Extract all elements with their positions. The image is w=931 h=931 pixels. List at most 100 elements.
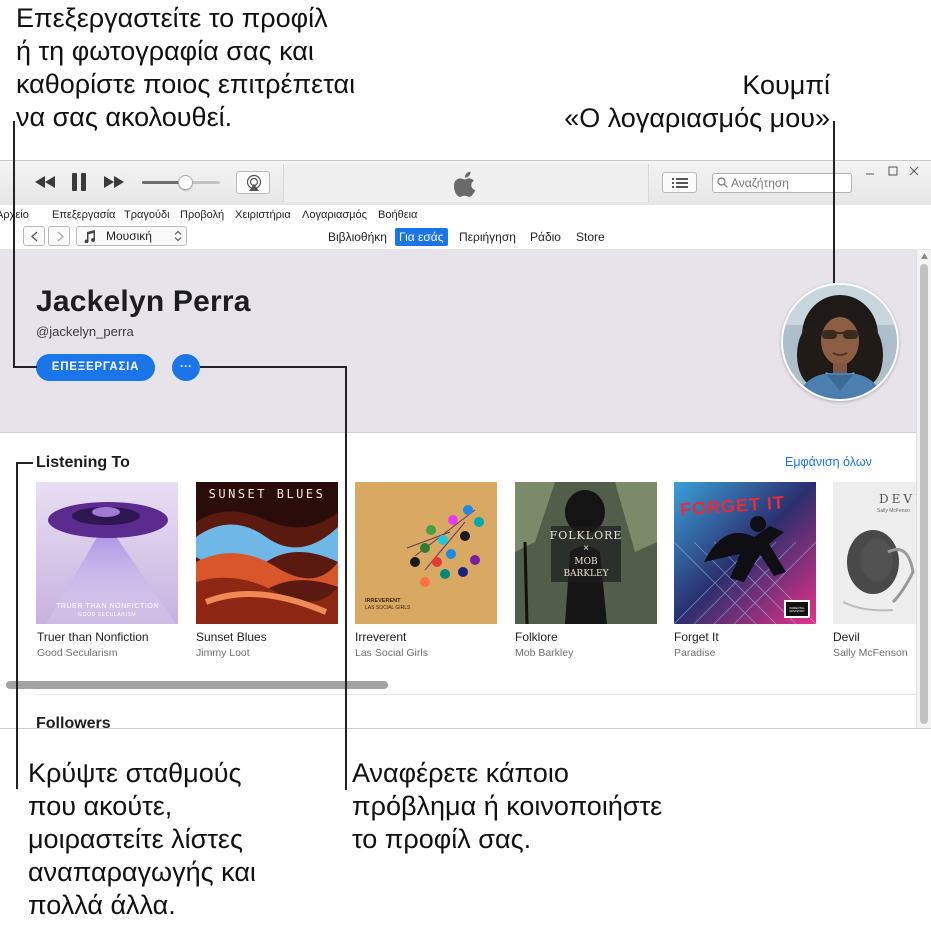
callout-line: το προφίλ σας.	[352, 824, 532, 854]
callout-report-share: Αναφέρετε κάποιο πρόβλημα ή κοινοποιήστε…	[352, 757, 662, 856]
more-options-button[interactable]: ···	[172, 354, 200, 381]
callout-line: πολλά άλλα.	[28, 890, 176, 920]
menu-item-account[interactable]: Λογαριασμός	[302, 209, 367, 221]
album-title[interactable]: Forget It	[674, 630, 719, 644]
back-button[interactable]	[23, 226, 45, 246]
my-account-avatar-button[interactable]	[781, 283, 899, 401]
callout-line: ή τη φωτογραφία σας και	[16, 36, 314, 66]
profile-handle: @jackelyn_perra	[36, 324, 134, 339]
vertical-scrollbar[interactable]	[916, 250, 931, 728]
album-cover[interactable]: TRUER THAN NONFICTION GOOD SECULARISM	[36, 482, 178, 624]
album-title[interactable]: Irreverent	[355, 630, 406, 644]
callout-line: Κουμπί	[742, 70, 830, 100]
up-next-button[interactable]	[662, 172, 697, 193]
callout-edit-profile: Επεξεργαστείτε το προφίλ ή τη φωτογραφία…	[16, 2, 355, 134]
menu-item-view[interactable]: Προβολή	[180, 209, 224, 221]
leader-line	[13, 121, 15, 367]
album-artist[interactable]: Las Social Girls	[355, 647, 428, 659]
callout-line: πρόβλημα ή κοινοποιήστε	[352, 791, 663, 821]
scrollbar-thumb[interactable]	[6, 681, 389, 689]
tab-radio[interactable]: Ράδιο	[526, 228, 565, 246]
leader-line	[16, 462, 33, 464]
album-cover[interactable]: DEVI Sally McFenso	[833, 482, 916, 624]
callout-line: να σας ακολουθεί.	[16, 102, 233, 132]
cover-text: FOLKLORE	[549, 529, 623, 542]
minimize-icon[interactable]	[864, 167, 876, 179]
media-selector[interactable]: Μουσική	[76, 226, 187, 246]
horizontal-scrollbar[interactable]	[6, 681, 916, 689]
menu-item-help[interactable]: Βοήθεια	[378, 209, 417, 221]
section-divider	[36, 694, 916, 695]
callout-line: μοιραστείτε λίστες	[28, 824, 243, 854]
vertical-scrollbar-thumb[interactable]	[920, 264, 928, 724]
airplay-button[interactable]	[236, 171, 270, 194]
search-icon	[717, 177, 728, 188]
leader-line	[16, 462, 18, 789]
close-icon[interactable]	[908, 165, 920, 177]
rewind-icon[interactable]	[34, 174, 56, 190]
menu-bar: Αρχείο Επεξεργασία Τραγούδι Προβολή Χειρ…	[0, 205, 931, 225]
airplay-icon	[246, 174, 262, 191]
toolbar: Αναζήτηση	[0, 161, 931, 206]
avatar-photo	[783, 285, 897, 399]
album-cover[interactable]: IRREVERENT LAS SOCIAL GIRLS	[355, 482, 497, 624]
cover-subtext: BARKLEY	[563, 569, 609, 579]
chevron-updown-icon	[174, 230, 182, 242]
chevron-right-icon	[57, 231, 64, 242]
callout-hide-stations: Κρύψτε σταθμούς που ακούτε, μοιραστείτε …	[28, 757, 256, 922]
callout-line: Κρύψτε σταθμούς	[28, 758, 242, 788]
menu-item-edit[interactable]: Επεξεργασία	[52, 209, 115, 221]
album-artist[interactable]: Paradise	[674, 647, 715, 659]
chevron-left-icon	[31, 231, 38, 242]
album-title[interactable]: Sunset Blues	[196, 630, 267, 644]
cover-text: DEVI	[879, 492, 916, 506]
callout-my-account: Κουμπί «Ο λογαριασμός μου»	[564, 69, 830, 135]
album-cover[interactable]: SUNSET BLUES	[196, 482, 338, 624]
volume-knob[interactable]	[177, 175, 193, 190]
search-field[interactable]: Αναζήτηση	[712, 173, 852, 193]
callout-line: καθορίστε ποιος επιτρέπεται	[16, 69, 356, 99]
album-title[interactable]: Devil	[833, 630, 860, 644]
album-title[interactable]: Folklore	[515, 630, 558, 644]
tab-browse[interactable]: Περιήγηση	[455, 228, 520, 246]
forward-button[interactable]	[48, 226, 70, 246]
cover-subtext: LAS SOCIAL GIRLS	[365, 605, 411, 611]
tab-for-you[interactable]: Για εσάς	[395, 228, 448, 246]
followers-heading: Followers	[36, 715, 111, 729]
cover-subtext: MOB	[574, 557, 598, 567]
tab-library[interactable]: Βιβλιοθήκη	[324, 228, 391, 246]
callout-line: αναπαραγωγής και	[28, 857, 256, 887]
nav-bar: Μουσική Βιβλιοθήκη Για εσάς Περιήγηση Ρά…	[0, 225, 931, 250]
media-selector-label: Μουσική	[106, 229, 152, 243]
album-cover[interactable]: FOLKLORE × MOB BARKLEY	[515, 482, 657, 624]
fast-forward-icon[interactable]	[103, 174, 125, 190]
cover-subtext: GOOD SECULARISM	[78, 612, 137, 618]
album-artist[interactable]: Mob Barkley	[515, 647, 573, 659]
leader-line	[833, 121, 835, 283]
search-placeholder: Αναζήτηση	[731, 176, 789, 190]
listening-to-heading: Listening To	[36, 454, 130, 471]
callout-line: Αναφέρετε κάποιο	[352, 758, 569, 788]
lcd-display	[283, 164, 649, 202]
album-artist[interactable]: Jimmy Loot	[196, 647, 250, 659]
music-note-icon	[84, 230, 96, 243]
scroll-up-icon[interactable]	[920, 252, 929, 260]
profile-header: Jackelyn Perra @jackelyn_perra ΕΠΕΞΕΡΓΑΣ…	[0, 250, 916, 433]
menu-item-controls[interactable]: Χειριστήρια	[235, 209, 291, 221]
see-all-link[interactable]: Εμφάνιση όλων	[785, 455, 872, 469]
tab-store[interactable]: Store	[572, 228, 609, 246]
menu-item-song[interactable]: Τραγούδι	[124, 209, 170, 221]
album-artist[interactable]: Sally McFenson	[833, 647, 908, 659]
album-art-sunset	[196, 482, 338, 624]
cover-text: TRUER THAN NONFICTION	[56, 603, 160, 610]
edit-profile-button[interactable]: ΕΠΕΞΕΡΓΑΣΙΑ	[36, 354, 155, 381]
leader-line	[200, 366, 347, 368]
album-artist[interactable]: Good Secularism	[37, 647, 118, 659]
pause-icon[interactable]	[70, 172, 88, 192]
album-title[interactable]: Truer than Nonfiction	[37, 630, 149, 644]
maximize-icon[interactable]	[887, 165, 899, 177]
leader-line	[345, 366, 347, 790]
album-cover[interactable]: FORGET IT PARENTAL ADVISORY	[674, 482, 816, 624]
volume-slider[interactable]	[142, 175, 220, 190]
cover-badge: PARENTAL ADVISORY	[789, 607, 805, 613]
